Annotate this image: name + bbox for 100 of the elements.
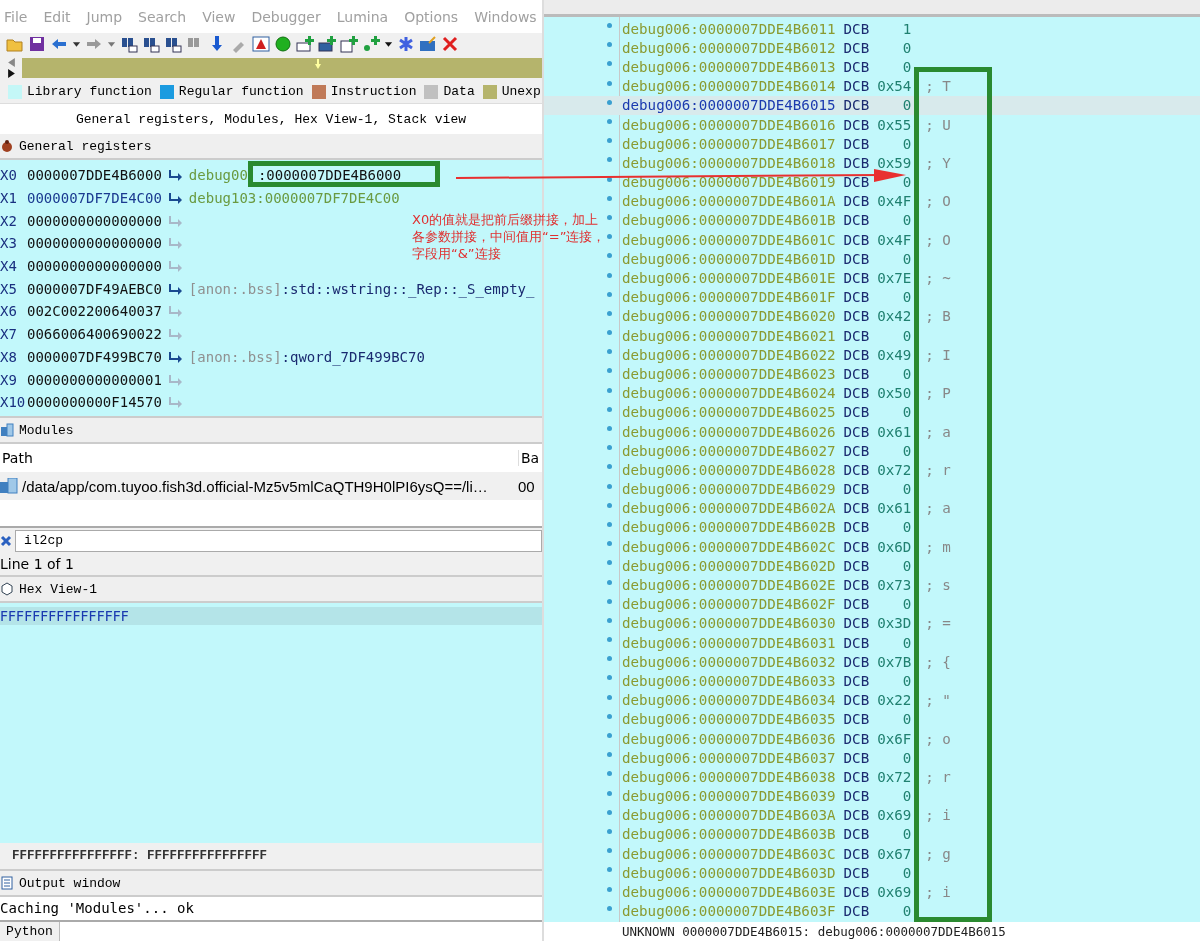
mnemonic: DCB	[843, 461, 870, 478]
breakpoint-dot[interactable]	[607, 637, 612, 643]
breakpoint-dot[interactable]	[607, 713, 612, 719]
edit-icon[interactable]	[419, 35, 437, 53]
breakpoint-dot[interactable]	[607, 675, 612, 681]
breakpoint-dot[interactable]	[607, 752, 612, 758]
breakpoint-dot[interactable]	[607, 99, 612, 105]
module-path[interactable]: /data/app/com.tuyoo.fish3d.official-Mz5v5mlCaQTH9H0lPI6ysQ==/li…	[22, 477, 516, 495]
register-target[interactable]: debug00 :0000007DDE4B6000	[188, 167, 402, 184]
breakpoint-dot[interactable]	[607, 138, 612, 144]
save-icon[interactable]	[28, 35, 46, 53]
register-value[interactable]: 0000000000000000	[27, 235, 162, 252]
breakpoint-dot[interactable]	[607, 42, 612, 48]
register-value[interactable]: 0000007DF49AEBC0	[27, 280, 162, 297]
right-arrow-icon[interactable]	[6, 68, 16, 78]
breakpoint-dot[interactable]	[607, 368, 612, 374]
mnemonic: DCB	[843, 730, 870, 747]
register-value[interactable]: 0000007DF499BC70	[27, 348, 162, 365]
register-value[interactable]: 0000000000F14570	[27, 394, 162, 411]
breakpoint-dot[interactable]	[607, 426, 612, 432]
register-value[interactable]: 0000007DDE4B6000	[27, 167, 162, 184]
breakpoint-dot[interactable]	[607, 119, 612, 125]
register-name: X9	[0, 371, 18, 388]
breakpoint-dot[interactable]	[607, 157, 612, 163]
breakpoint-dot[interactable]	[607, 272, 612, 278]
mnemonic: DCB	[843, 78, 870, 95]
breakpoint-dot[interactable]	[607, 349, 612, 355]
breakpoint-dot[interactable]	[607, 733, 612, 739]
jump-arrow-icon[interactable]	[168, 350, 183, 363]
breakpoint-dot[interactable]	[607, 310, 612, 316]
breakpoint-dot[interactable]	[607, 234, 612, 240]
breakpoint-dot[interactable]	[607, 848, 612, 854]
breakpoint-dot[interactable]	[607, 291, 612, 297]
register-value[interactable]: 0000000000000001	[27, 371, 162, 388]
register-target[interactable]: [anon:.bss]:qword_7DF499BC70	[188, 348, 425, 365]
document-icon	[0, 876, 14, 890]
close-icon[interactable]	[0, 534, 12, 547]
breakpoint-dot[interactable]	[607, 195, 612, 201]
breakpoint-dot[interactable]	[607, 330, 612, 336]
breakpoint-dot[interactable]	[607, 598, 612, 604]
breakpoint-dot[interactable]	[607, 80, 612, 86]
address: debug006:0000007DDE4B6011	[622, 20, 836, 37]
breakpoint-dot[interactable]	[607, 694, 612, 700]
output-line: Caching 'Modules'... ok	[0, 899, 195, 918]
jump-arrow-icon[interactable]	[168, 282, 183, 295]
comment: ; i	[925, 807, 951, 824]
jump-arrow-icon	[168, 328, 183, 341]
add-text-icon[interactable]	[340, 35, 358, 53]
breakpoint-dot[interactable]	[607, 905, 612, 911]
warning-icon[interactable]	[252, 35, 270, 53]
breakpoint-dot[interactable]	[607, 771, 612, 777]
jump-arrow-icon[interactable]	[168, 169, 183, 182]
breakpoint-dot[interactable]	[607, 387, 612, 393]
mnemonic: DCB	[843, 826, 870, 843]
breakpoint-dot[interactable]	[607, 61, 612, 67]
register-value[interactable]: 0066006400690022	[27, 326, 162, 343]
breakpoint-dot[interactable]	[607, 579, 612, 585]
address: debug006:0000007DDE4B6034	[622, 692, 836, 709]
breakpoint-dot[interactable]	[607, 176, 612, 182]
breakpoint-dot[interactable]	[607, 541, 612, 547]
operand: 0	[901, 442, 912, 459]
column-header[interactable]: Path	[0, 450, 518, 466]
circle-icon[interactable]	[274, 35, 292, 53]
hex-row[interactable]: FFFFFFFFFFFFFFFF	[0, 607, 542, 625]
column-header[interactable]: Ba	[518, 450, 540, 466]
filter-field[interactable]: il2cp	[15, 529, 542, 552]
breakpoint-dot[interactable]	[607, 867, 612, 873]
breakpoint-dot[interactable]	[607, 828, 612, 834]
breakpoint-dot[interactable]	[607, 464, 612, 470]
breakpoint-dot[interactable]	[607, 790, 612, 796]
mnemonic: DCB	[843, 212, 870, 229]
register-value[interactable]: 0000007DF7DE4C00	[27, 190, 162, 207]
breakpoint-dot[interactable]	[607, 809, 612, 815]
breakpoint-dot[interactable]	[607, 656, 612, 662]
breakpoint-dot[interactable]	[607, 521, 612, 527]
breakpoint-dot[interactable]	[607, 253, 612, 259]
breakpoint-dot[interactable]	[607, 445, 612, 451]
add-code-icon[interactable]	[296, 35, 314, 53]
register-target[interactable]: [anon:.bss]:std::wstring::_Rep::_S_empty_	[188, 280, 535, 297]
register-value[interactable]: 0000000000000000	[27, 212, 162, 229]
breakpoint-dot[interactable]	[607, 406, 612, 412]
delete-icon[interactable]	[441, 35, 459, 53]
breakpoint-dot[interactable]	[607, 214, 612, 220]
breakpoint-dot[interactable]	[607, 502, 612, 508]
breakpoint-dot[interactable]	[607, 560, 612, 566]
breakpoint-dot[interactable]	[607, 886, 612, 892]
address: debug006:0000007DDE4B603F	[622, 903, 836, 920]
breakpoint-dot[interactable]	[607, 23, 612, 29]
mnemonic: DCB	[843, 615, 870, 632]
language-button[interactable]: Python	[0, 922, 60, 941]
register-value[interactable]: 0000000000000000	[27, 258, 162, 275]
jump-arrow-icon[interactable]	[168, 192, 183, 205]
add-code-icon[interactable]	[318, 35, 336, 53]
jump-arrow-icon	[168, 237, 183, 250]
address: debug006:0000007DDE4B6030	[622, 615, 836, 632]
breakpoint-dot[interactable]	[607, 483, 612, 489]
register-value[interactable]: 002C002200640037	[27, 303, 162, 320]
asterisk-icon[interactable]	[397, 35, 415, 53]
breakpoint-dot[interactable]	[607, 617, 612, 623]
comment: ; m	[925, 538, 951, 555]
